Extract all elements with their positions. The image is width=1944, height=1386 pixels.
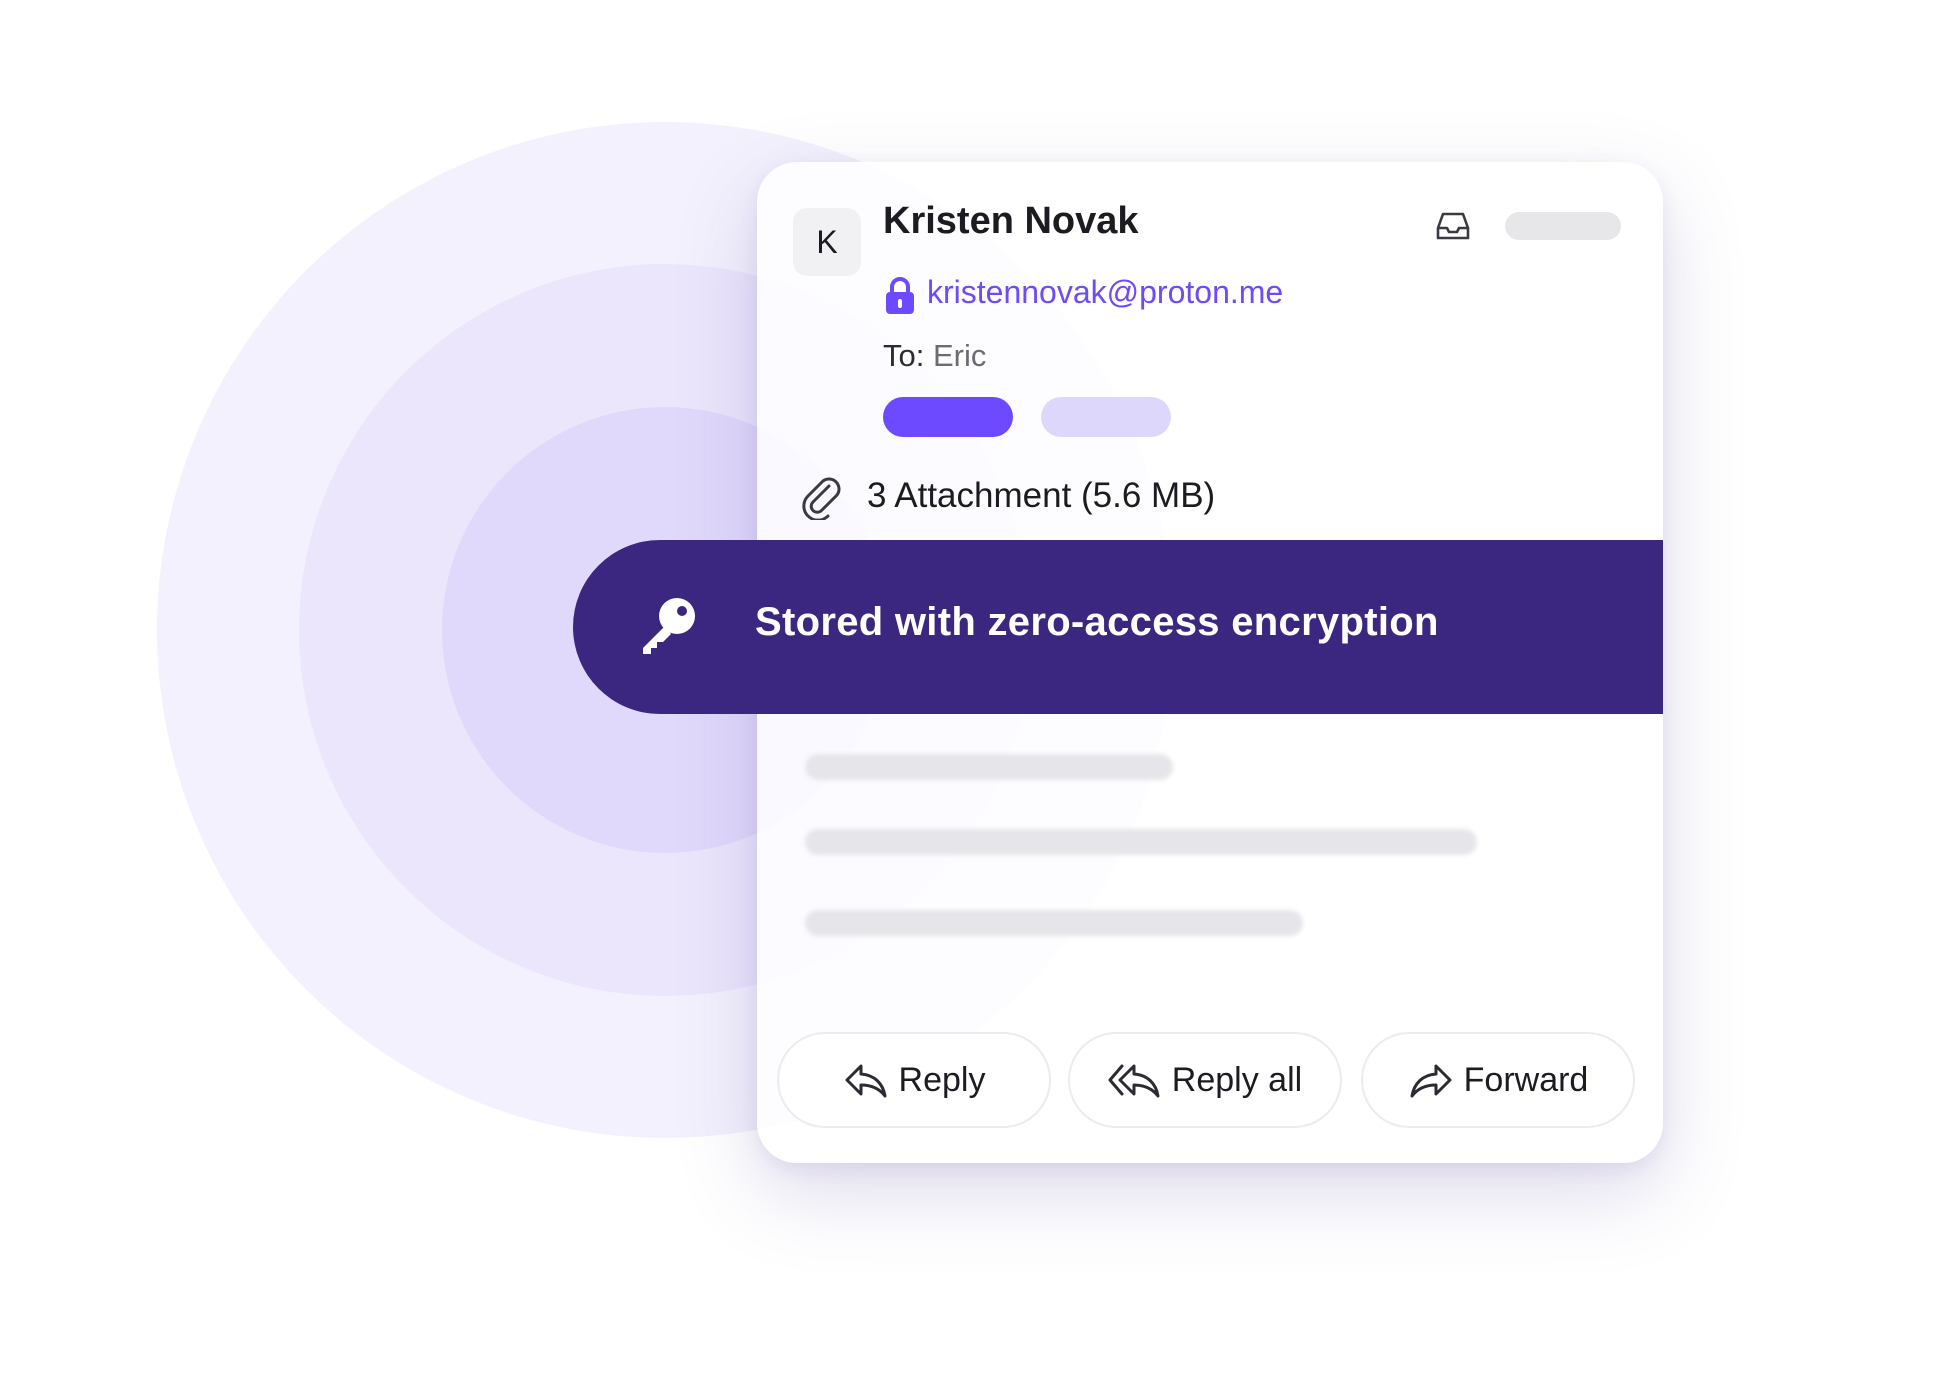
attachment-summary[interactable]: 3 Attachment (5.6 MB): [867, 476, 1215, 516]
forward-label: Forward: [1463, 1060, 1589, 1099]
reply-label: Reply: [898, 1060, 986, 1099]
body-placeholder-line: [805, 754, 1173, 780]
body-placeholder-line: [805, 829, 1477, 855]
paperclip-icon: [802, 477, 841, 520]
encryption-banner-text: Stored with zero-access encryption: [755, 600, 1439, 644]
reply-all-button[interactable]: Reply all: [1068, 1032, 1342, 1128]
avatar: K: [793, 208, 861, 276]
reply-all-label: Reply all: [1171, 1060, 1303, 1099]
inbox-icon[interactable]: [1433, 206, 1473, 246]
date-placeholder: [1505, 212, 1621, 240]
recipient-prefix: To:: [883, 338, 925, 373]
reply-button[interactable]: Reply: [777, 1032, 1051, 1128]
encryption-banner: Stored with zero-access encryption: [573, 540, 1663, 714]
key-icon: [643, 598, 695, 654]
reply-arrow-icon: [845, 1064, 887, 1098]
lock-icon: [886, 277, 914, 314]
recipient-name[interactable]: Eric: [933, 338, 986, 373]
reply-all-arrow-icon: [1108, 1064, 1160, 1098]
forward-button[interactable]: Forward: [1361, 1032, 1635, 1128]
sender-name: Kristen Novak: [883, 200, 1139, 242]
recipient-line: To: Eric: [883, 338, 986, 374]
sender-email[interactable]: kristennovak@proton.me: [927, 274, 1283, 311]
label-tag-primary[interactable]: [883, 397, 1013, 437]
body-placeholder-line: [805, 910, 1303, 936]
label-tag-secondary[interactable]: [1041, 397, 1171, 437]
forward-arrow-icon: [1410, 1064, 1452, 1098]
